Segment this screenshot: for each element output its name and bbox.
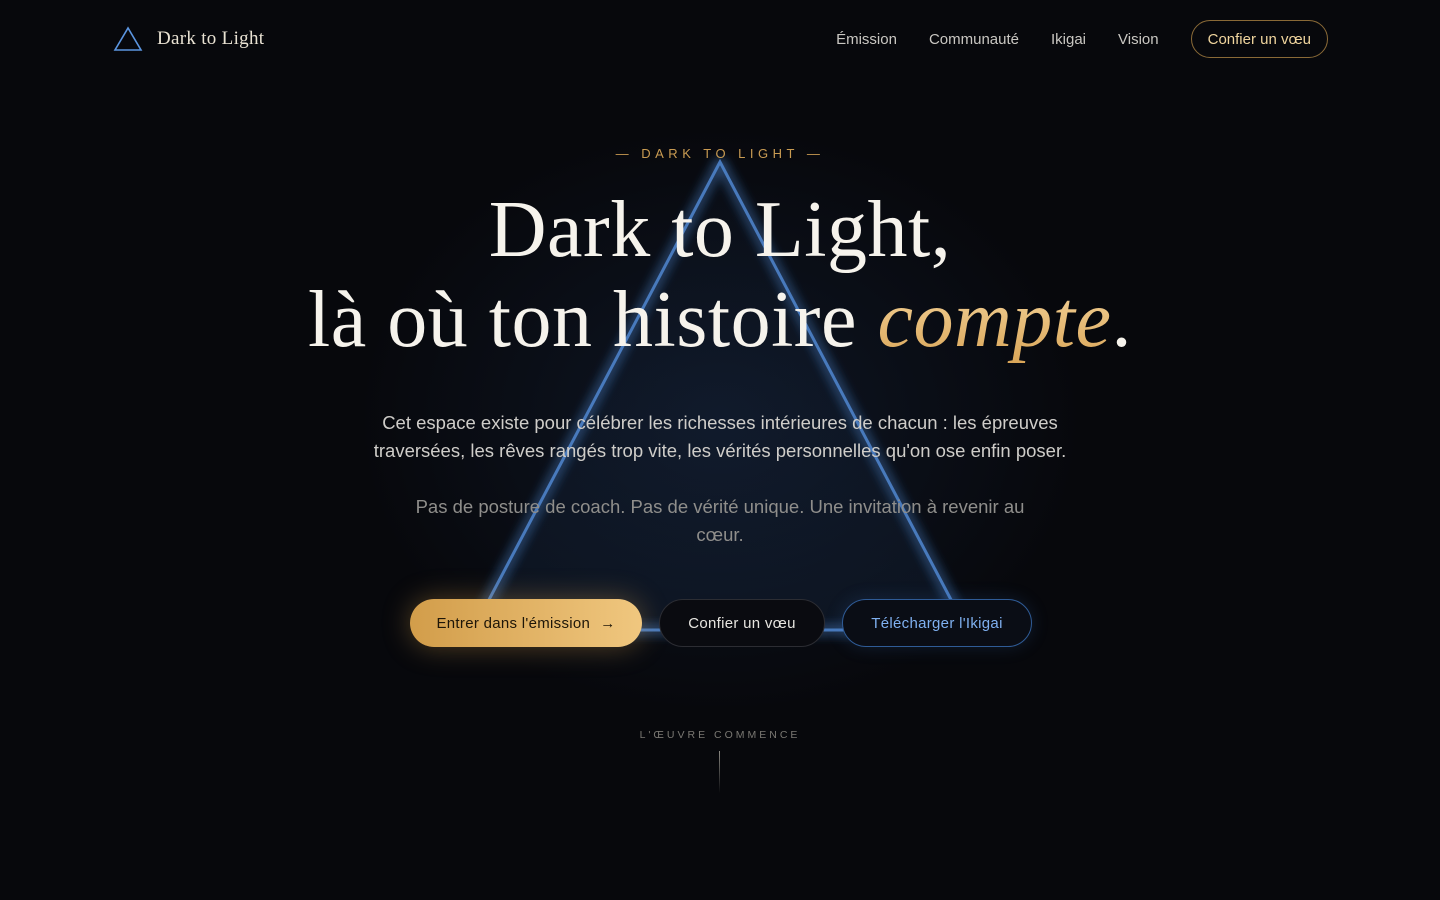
hero-subtext: Pas de posture de coach. Pas de vérité u… — [415, 496, 1025, 545]
arrow-right-icon: → — [600, 614, 616, 632]
hero-title-line2: là où ton histoire — [308, 276, 878, 364]
main-nav: Émission Communauté Ikigai Vision Confie… — [836, 20, 1328, 58]
logo-text: Dark to Light — [157, 28, 265, 49]
nav-link-vision[interactable]: Vision — [1118, 31, 1159, 48]
triangle-logo-icon — [113, 26, 143, 52]
site-logo[interactable]: Dark to Light — [113, 24, 264, 54]
nav-link-emission[interactable]: Émission — [836, 31, 897, 48]
enter-show-button[interactable]: Entrer dans l'émission → — [410, 599, 642, 647]
scroll-indicator-line — [719, 751, 720, 793]
hero-eyebrow: — DARK TO LIGHT — — [615, 146, 825, 161]
hero-title-accent: compte — [877, 276, 1112, 364]
hero-buttons: Entrer dans l'émission → Confier un vœu … — [410, 598, 1049, 648]
download-ikigai-button[interactable]: Télécharger l'Ikigai — [842, 599, 1032, 647]
nav-link-ikigai[interactable]: Ikigai — [1051, 31, 1086, 48]
nav-link-communaute[interactable]: Communauté — [929, 31, 1019, 48]
site-header: Dark to Light Émission Communauté Ikigai… — [0, 0, 1440, 78]
enter-show-label: Entrer dans l'émission — [436, 614, 591, 632]
hero-title-line1: Dark to Light, — [488, 186, 952, 274]
scroll-indicator-label: L'ŒUVRE COMMENCE — [639, 729, 801, 741]
hero-title: Dark to Light, là où ton histoire compte… — [0, 185, 1440, 365]
hero-title-suffix: . — [1111, 276, 1132, 364]
header-cta-button[interactable]: Confier un vœu — [1190, 20, 1328, 58]
hero-lead: Cet espace existe pour célébrer les rich… — [373, 412, 1067, 461]
make-wish-button[interactable]: Confier un vœu — [659, 599, 825, 647]
